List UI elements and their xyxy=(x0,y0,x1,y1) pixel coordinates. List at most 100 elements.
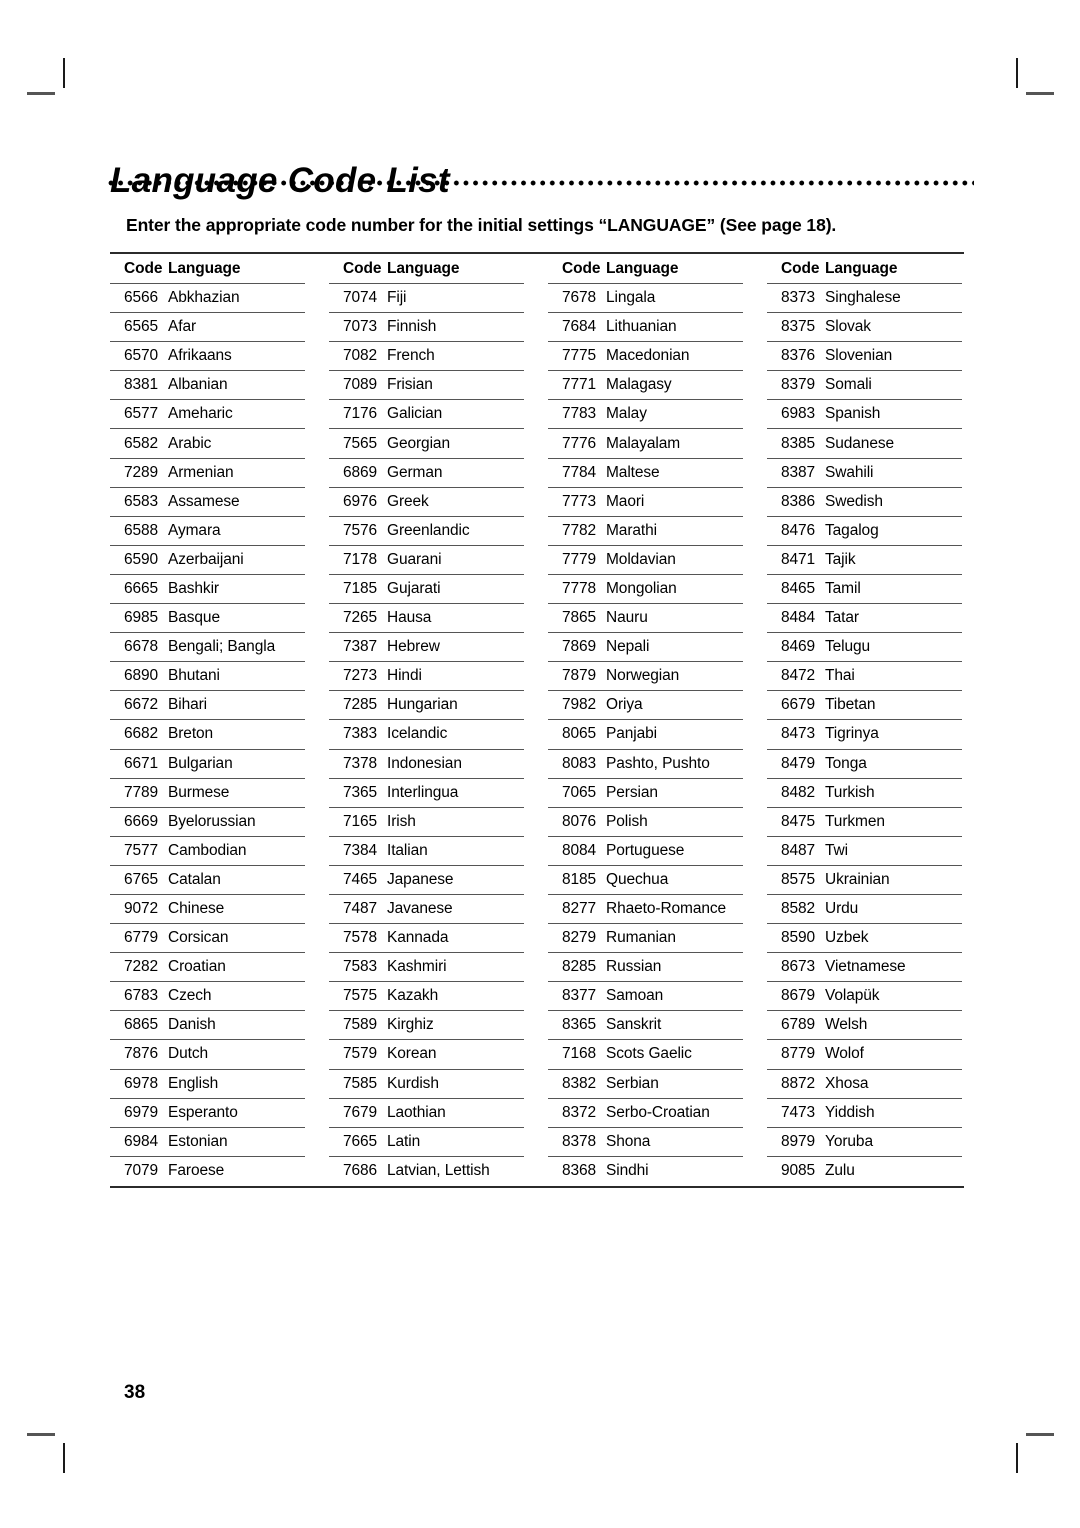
cell-language: Kannada xyxy=(387,929,449,947)
cell-code: 7473 xyxy=(781,1103,816,1121)
cell-language: Maltese xyxy=(606,463,660,481)
table-row: 8285 Russian xyxy=(548,953,743,983)
cell-language: Welsh xyxy=(825,1016,868,1034)
page-subtitle: Enter the appropriate code number for th… xyxy=(126,214,837,235)
cell-code: 6679 xyxy=(781,696,816,714)
table-row: 8386 Swedish xyxy=(767,488,962,517)
cell-code: 8376 xyxy=(781,347,816,365)
table-row: 7779 Moldavian xyxy=(548,546,743,575)
table-row: 8381 Albanian xyxy=(110,371,305,401)
table-row: 7665 Latin xyxy=(329,1128,524,1157)
table-row: 8076 Polish xyxy=(548,808,743,837)
cell-code: 7771 xyxy=(562,376,597,394)
cell-language: Esperanto xyxy=(168,1103,238,1121)
cell-code: 8379 xyxy=(781,376,816,394)
cell-language: Volapük xyxy=(825,987,880,1005)
cell-language: Uzbek xyxy=(825,929,869,947)
cell-language: Armenian xyxy=(168,463,234,481)
cell-language: Chinese xyxy=(168,900,225,918)
cell-language: Icelandic xyxy=(387,725,448,743)
cell-language: Polish xyxy=(606,812,648,830)
table-row: 7782 Marathi xyxy=(548,517,743,546)
cell-language: Japanese xyxy=(387,870,454,888)
cell-code: 7776 xyxy=(562,434,597,452)
cell-code: 7365 xyxy=(343,783,378,801)
cell-language: Korean xyxy=(387,1045,437,1063)
table-header-row: Code Language xyxy=(110,254,305,284)
cell-code: 7879 xyxy=(562,667,597,685)
cell-code: 8385 xyxy=(781,434,816,452)
table-row: 6983 Spanish xyxy=(767,400,962,430)
table-row: 7082 French xyxy=(329,342,524,372)
cell-language: Latin xyxy=(387,1132,421,1150)
crop-mark-bottom-left-horizontal xyxy=(27,1433,55,1436)
cell-language: Irish xyxy=(387,812,416,830)
table-row: 8377 Samoan xyxy=(548,982,743,1012)
cell-language: Tamil xyxy=(825,579,861,597)
cell-language: Macedonian xyxy=(606,347,690,365)
table-row: 7165 Irish xyxy=(329,808,524,837)
cell-language: Malayalam xyxy=(606,434,681,452)
table-row: 7383 Icelandic xyxy=(329,720,524,750)
cell-code: 6570 xyxy=(124,347,159,365)
crop-mark-top-left-horizontal xyxy=(27,92,55,95)
cell-code: 7579 xyxy=(343,1045,378,1063)
cell-code: 7575 xyxy=(343,987,378,1005)
crop-mark-top-left-vertical xyxy=(63,58,65,88)
cell-code: 8065 xyxy=(562,725,597,743)
cell-language: Tatar xyxy=(825,609,859,627)
cell-language: Tajik xyxy=(825,550,856,568)
table-row: 6765 Catalan xyxy=(110,866,305,895)
table-row: 6588 Aymara xyxy=(110,517,305,546)
table-row: 8471 Tajik xyxy=(767,546,962,575)
table-row: 7465 Japanese xyxy=(329,866,524,895)
cell-code: 6565 xyxy=(124,318,159,336)
cell-code: 8582 xyxy=(781,900,816,918)
cell-language: Javanese xyxy=(387,900,453,918)
table-row: 6570 Afrikaans xyxy=(110,342,305,372)
cell-code: 7383 xyxy=(343,725,378,743)
cell-language: Italian xyxy=(387,841,428,859)
cell-language: Breton xyxy=(168,725,214,743)
table-row: 8582 Urdu xyxy=(767,895,962,925)
cell-language: Pashto, Pushto xyxy=(606,754,710,772)
column-header-code: Code xyxy=(562,259,601,277)
cell-language: Ameharic xyxy=(168,405,233,423)
table-row: 8365 Sanskrit xyxy=(548,1011,743,1041)
cell-code: 7583 xyxy=(343,958,378,976)
cell-language: Kirghiz xyxy=(387,1016,434,1034)
cell-code: 7165 xyxy=(343,812,378,830)
table-row: 8376 Slovenian xyxy=(767,342,962,372)
cell-language: Faroese xyxy=(168,1162,225,1180)
table-row: 6984 Estonian xyxy=(110,1128,305,1157)
cell-code: 7779 xyxy=(562,550,597,568)
table-row: 7879 Norwegian xyxy=(548,662,743,692)
cell-code: 6984 xyxy=(124,1132,159,1150)
cell-language: Urdu xyxy=(825,900,859,918)
table-row: 7577 Cambodian xyxy=(110,837,305,866)
cell-language: Russian xyxy=(606,958,662,976)
cell-language: Twi xyxy=(825,841,848,859)
cell-code: 7273 xyxy=(343,667,378,685)
cell-language: Swedish xyxy=(825,492,883,510)
table-row: 6682 Breton xyxy=(110,720,305,750)
cell-code: 6582 xyxy=(124,434,159,452)
cell-language: Swahili xyxy=(825,463,874,481)
table-row: 7089 Frisian xyxy=(329,371,524,401)
cell-code: 7576 xyxy=(343,521,378,539)
cell-code: 8779 xyxy=(781,1045,816,1063)
cell-code: 6665 xyxy=(124,579,159,597)
cell-code: 7285 xyxy=(343,696,378,714)
cell-language: Slovenian xyxy=(825,347,893,365)
cell-language: Bulgarian xyxy=(168,754,233,772)
cell-code: 7773 xyxy=(562,492,597,510)
table-row: 6672 Bihari xyxy=(110,691,305,721)
cell-code: 8279 xyxy=(562,929,597,947)
cell-code: 6869 xyxy=(343,463,378,481)
table-row: 8679 Volapük xyxy=(767,982,962,1012)
cell-language: Spanish xyxy=(825,405,881,423)
table-row: 7073 Finnish xyxy=(329,313,524,343)
cell-language: Cambodian xyxy=(168,841,247,859)
table-row: 6582 Arabic xyxy=(110,429,305,459)
cell-language: Lingala xyxy=(606,289,656,307)
